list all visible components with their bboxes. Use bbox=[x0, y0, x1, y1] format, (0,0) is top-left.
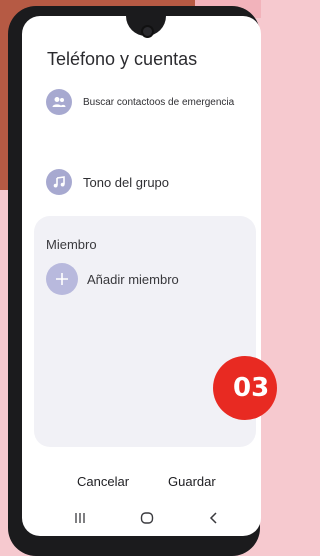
phone-frame: Teléfono y cuentas Buscar contactoos de … bbox=[8, 6, 261, 556]
add-member-button[interactable]: Añadir miembro bbox=[46, 263, 179, 295]
members-section-label: Miembro bbox=[46, 237, 97, 252]
emergency-contacts-item[interactable]: Buscar contactoos de emergencia bbox=[46, 89, 234, 115]
contacts-icon bbox=[46, 89, 72, 115]
music-note-icon bbox=[46, 169, 72, 195]
home-icon[interactable] bbox=[132, 506, 162, 530]
front-camera bbox=[141, 25, 154, 38]
phone-screen: Teléfono y cuentas Buscar contactoos de … bbox=[22, 16, 261, 536]
plus-icon bbox=[46, 263, 78, 295]
add-member-label: Añadir miembro bbox=[87, 271, 179, 287]
group-ringtone-label: Tono del grupo bbox=[83, 174, 170, 190]
emergency-contacts-label: Buscar contactoos de emergencia bbox=[83, 96, 235, 108]
step-number-badge: 03 bbox=[213, 356, 277, 420]
back-icon[interactable] bbox=[199, 506, 229, 530]
save-button[interactable]: Guardar bbox=[168, 474, 216, 489]
group-ringtone-item[interactable]: Tono del grupo bbox=[46, 169, 169, 195]
recents-icon[interactable] bbox=[65, 506, 95, 530]
members-card: Miembro Añadir miembro bbox=[34, 216, 256, 447]
cancel-button[interactable]: Cancelar bbox=[77, 474, 129, 489]
page-title: Teléfono y cuentas bbox=[47, 49, 198, 69]
navigation-bar bbox=[22, 500, 261, 536]
